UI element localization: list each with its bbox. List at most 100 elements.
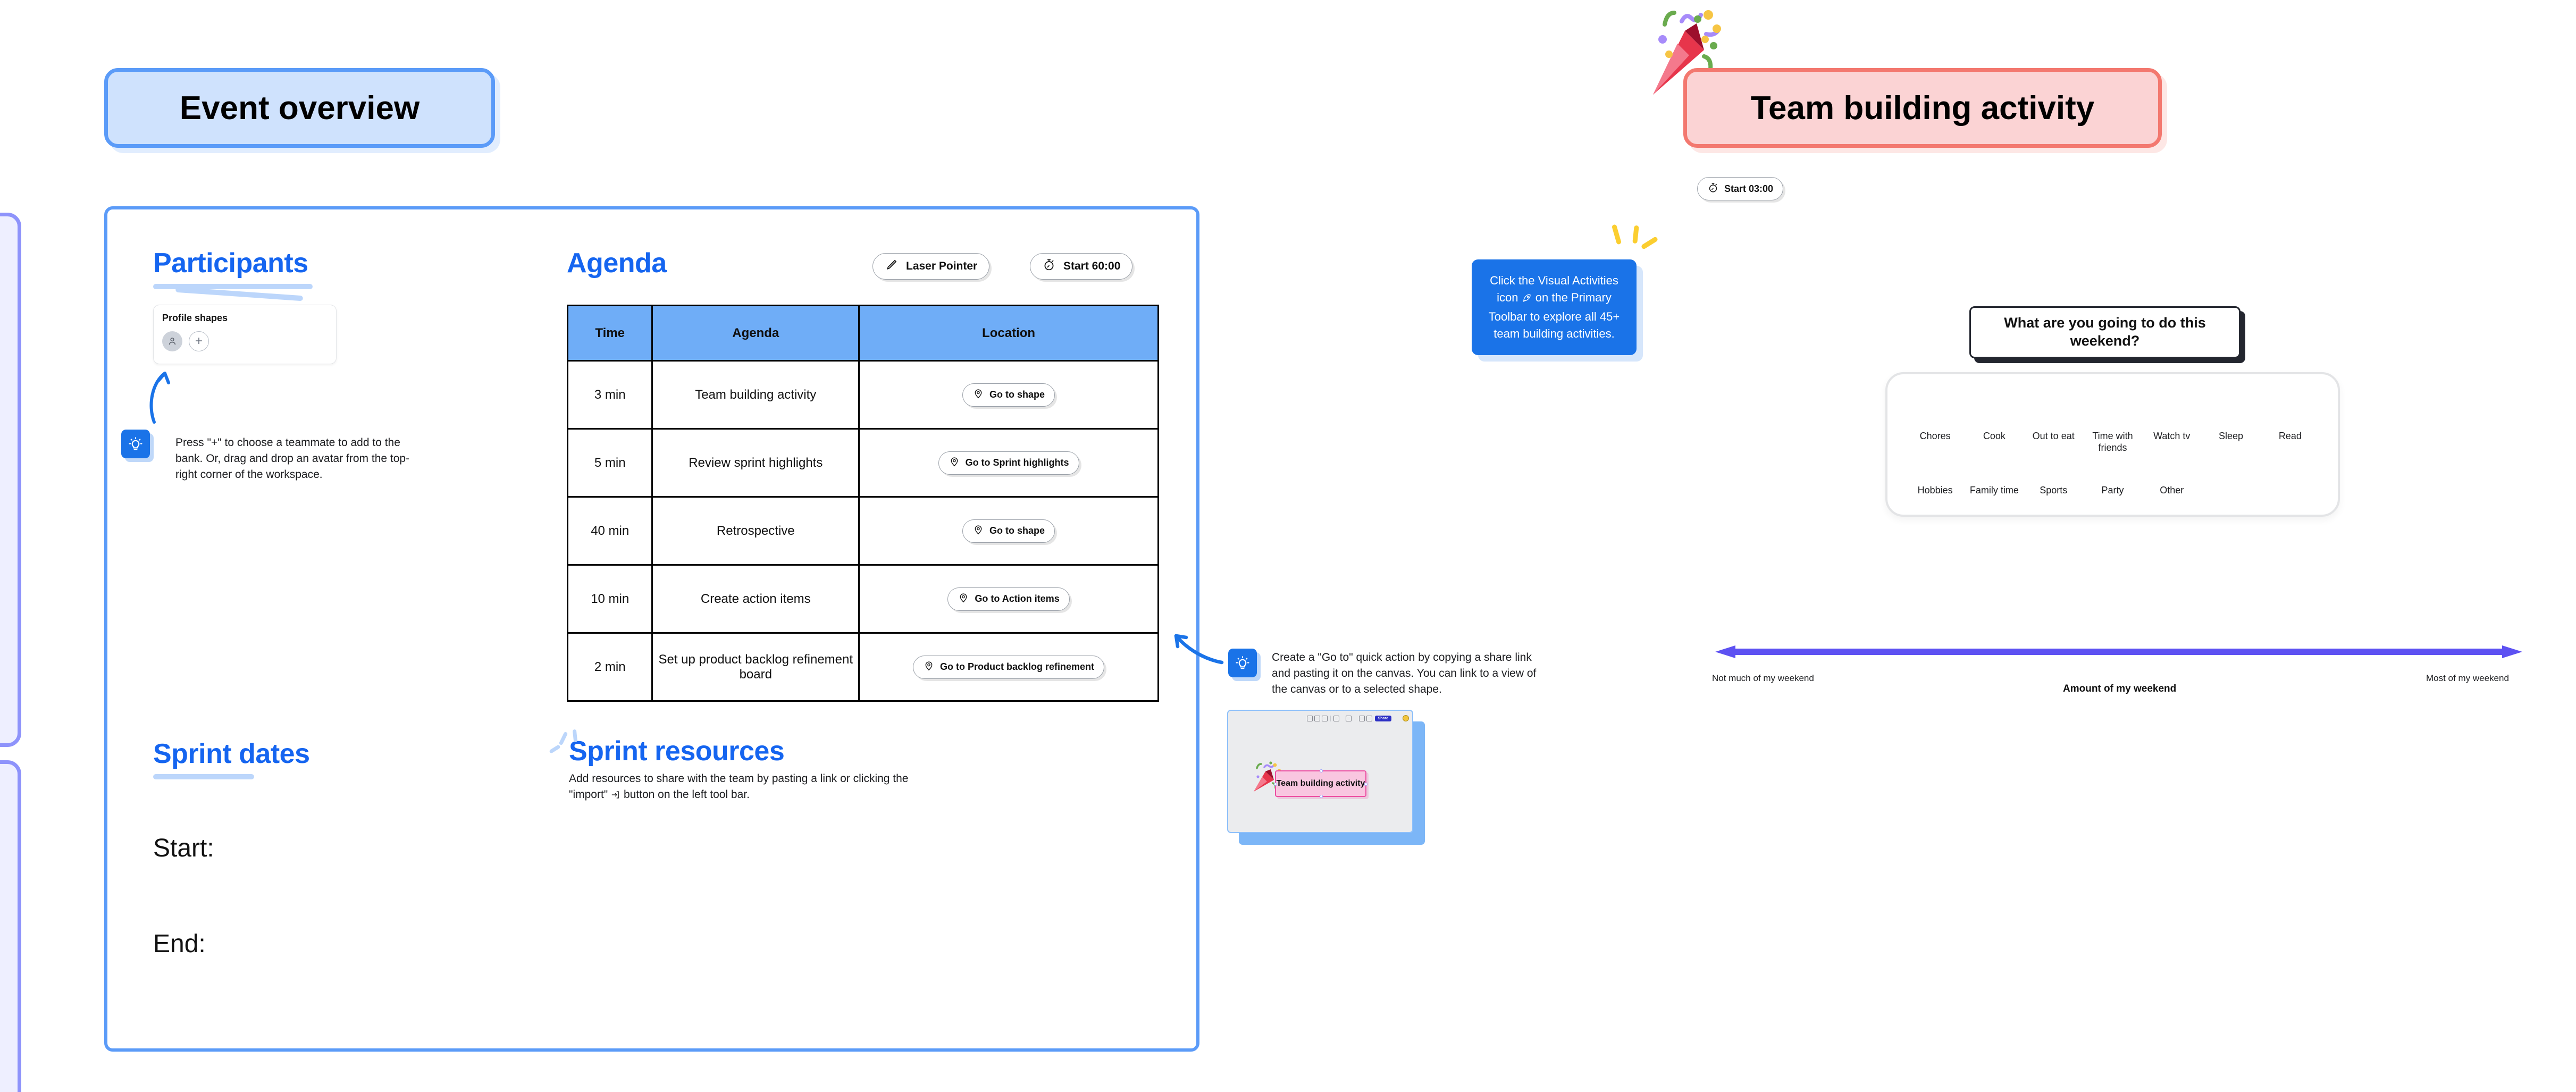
resize-handle[interactable] xyxy=(1320,795,1323,798)
resize-handle[interactable] xyxy=(1320,769,1323,772)
goto-shape-button[interactable]: Go to shape xyxy=(962,519,1055,543)
sprint-resources-body-line-2-post: button on the left tool bar. xyxy=(623,788,750,801)
agenda-row-1-location: Go to Sprint highlights xyxy=(858,428,1159,498)
goto-shape-button[interactable]: Go to shape xyxy=(962,383,1055,407)
visual-activities-tip: Click the Visual Activities icon on the … xyxy=(1472,259,1637,355)
thumbnail-tool-group-left xyxy=(1306,715,1328,721)
spectrum-left-label: Not much of my weekend xyxy=(1712,673,1814,683)
thumbnail-tool-group-right xyxy=(1358,715,1372,721)
activity-question-text: What are you going to do this weekend? xyxy=(2004,315,2206,349)
agenda-row-3-location: Go to Action items xyxy=(858,564,1159,634)
toolbar-divider xyxy=(1330,715,1331,721)
offscreen-frame-bottom xyxy=(0,760,21,1092)
agenda-row-0-time: 3 min xyxy=(566,360,653,430)
agenda-row-0-agenda: Team building activity xyxy=(651,360,860,430)
agenda-row-0-location: Go to shape xyxy=(858,360,1159,430)
offscreen-frame-top xyxy=(0,213,21,747)
agenda-row-2-location: Go to shape xyxy=(858,496,1159,566)
word-chores[interactable]: Chores xyxy=(1906,431,1965,454)
word-time-with-friends[interactable]: Time with friends xyxy=(2083,431,2142,454)
whiteboard-canvas: Event overview Participants Profile shap… xyxy=(0,0,2576,1092)
play-icon xyxy=(1366,715,1372,721)
laser-pointer-label: Laser Pointer xyxy=(906,260,978,272)
word-bank-card: Chores Cook Out to eat Time with friends… xyxy=(1885,372,2340,517)
resize-handle[interactable] xyxy=(1364,783,1367,786)
sparkle-decoration xyxy=(1611,224,1622,245)
word-party[interactable]: Party xyxy=(2083,485,2142,497)
agenda-row-4-location: Go to Product backlog refinement xyxy=(858,632,1159,702)
word-read[interactable]: Read xyxy=(2261,431,2320,454)
word-out-to-eat[interactable]: Out to eat xyxy=(2024,431,2083,454)
lightbulb-icon xyxy=(1228,649,1257,677)
profile-shapes-card[interactable]: Profile shapes + xyxy=(153,305,337,364)
present-icon xyxy=(1358,715,1365,721)
spectrum-center-label: Amount of my weekend xyxy=(2063,683,2177,694)
word-sports[interactable]: Sports xyxy=(2024,485,2083,497)
word-hobbies[interactable]: Hobbies xyxy=(1906,485,1965,497)
stopwatch-icon xyxy=(1707,182,1719,196)
thumbnail-toolbar: Share xyxy=(1306,713,1409,723)
goto-button-label: Go to Sprint highlights xyxy=(965,457,1069,468)
activity-timer-button[interactable]: Start 03:00 xyxy=(1697,177,1784,200)
word-cook[interactable]: Cook xyxy=(1965,431,2024,454)
goto-tip-arrow xyxy=(1174,634,1224,665)
plus-icon[interactable]: + xyxy=(189,331,209,351)
participants-tip-text: Press "+" to choose a teammate to add to… xyxy=(175,436,410,481)
chevron-down-icon xyxy=(1353,716,1356,721)
chevron-down-icon xyxy=(1341,716,1344,721)
word-watch-tv[interactable]: Watch tv xyxy=(2142,431,2201,454)
agenda-row-3-time: 10 min xyxy=(566,564,653,634)
map-pin-icon xyxy=(949,456,960,470)
agenda-col-agenda: Agenda xyxy=(651,305,860,362)
thumbnail-sticky-note[interactable]: Team building activity xyxy=(1274,769,1367,798)
goto-action-items-button[interactable]: Go to Action items xyxy=(947,587,1070,611)
agenda-heading: Agenda xyxy=(567,248,667,279)
word-bank-row-2: Hobbies Family time Sports Party Other xyxy=(1887,485,2338,497)
sprint-resources-body-line-2-pre: "import" xyxy=(569,788,608,801)
agenda-row-4-time: 2 min xyxy=(566,632,653,702)
avatar xyxy=(1403,715,1409,721)
agenda-row-4-agenda: Set up product backlog refinement board xyxy=(651,632,860,702)
sprint-end-label: End: xyxy=(153,930,206,958)
map-pin-icon xyxy=(958,592,969,606)
agenda-col-time: Time xyxy=(566,305,653,362)
team-building-activity-title-text: Team building activity xyxy=(1750,89,2095,127)
word-sleep[interactable]: Sleep xyxy=(2201,431,2260,454)
agenda-table-header-row: Time Agenda Location xyxy=(566,305,1159,362)
vote-icon xyxy=(1314,715,1320,721)
agenda-timer-label: Start 60:00 xyxy=(1063,260,1121,272)
agenda-timer-button[interactable]: Start 60:00 xyxy=(1030,253,1133,280)
person-icon[interactable] xyxy=(162,331,182,351)
rocket-icon xyxy=(1333,715,1339,721)
thumbnail-sticky-label: Team building activity xyxy=(1276,779,1365,788)
goto-button-label: Go to Action items xyxy=(975,593,1060,604)
agenda-row-2-agenda: Retrospective xyxy=(651,496,860,566)
thumbnail-share-button[interactable]: Share xyxy=(1374,715,1391,721)
team-building-activity-title-shape[interactable]: Team building activity xyxy=(1683,68,2162,148)
resize-handle[interactable] xyxy=(1274,783,1277,786)
activities-icon xyxy=(1321,715,1328,721)
goto-sprint-highlights-button[interactable]: Go to Sprint highlights xyxy=(938,451,1079,475)
sprint-resources-heading: Sprint resources xyxy=(569,736,785,767)
goto-button-label: Go to shape xyxy=(989,389,1045,400)
spectrum-right-label: Most of my weekend xyxy=(2426,673,2509,683)
participants-heading: Participants xyxy=(153,248,308,279)
laser-pointer-button[interactable]: Laser Pointer xyxy=(872,253,990,280)
spectrum-arrow xyxy=(1715,645,2522,658)
table-row: 3 min Team building activity Go to shape xyxy=(566,360,1159,430)
event-overview-title-shape[interactable]: Event overview xyxy=(104,68,495,148)
frame-icon xyxy=(1345,715,1352,721)
word-family-time[interactable]: Family time xyxy=(1965,485,2024,497)
goto-button-label: Go to Product backlog refinement xyxy=(940,661,1095,672)
lightbulb-icon xyxy=(121,430,150,458)
goto-product-backlog-refinement-button[interactable]: Go to Product backlog refinement xyxy=(913,655,1105,679)
participants-tip-arrow xyxy=(149,372,170,424)
sprint-dates-heading: Sprint dates xyxy=(153,738,310,769)
rocket-icon xyxy=(1522,291,1532,308)
sprint-resources-body-line-1: Add resources to share with the team by … xyxy=(569,772,909,785)
table-row: 10 min Create action items Go to Action … xyxy=(566,564,1159,634)
map-pin-icon xyxy=(972,524,984,538)
word-other[interactable]: Other xyxy=(2142,485,2201,497)
profile-shapes-label: Profile shapes xyxy=(162,313,228,323)
activity-timer-label: Start 03:00 xyxy=(1724,183,1774,194)
